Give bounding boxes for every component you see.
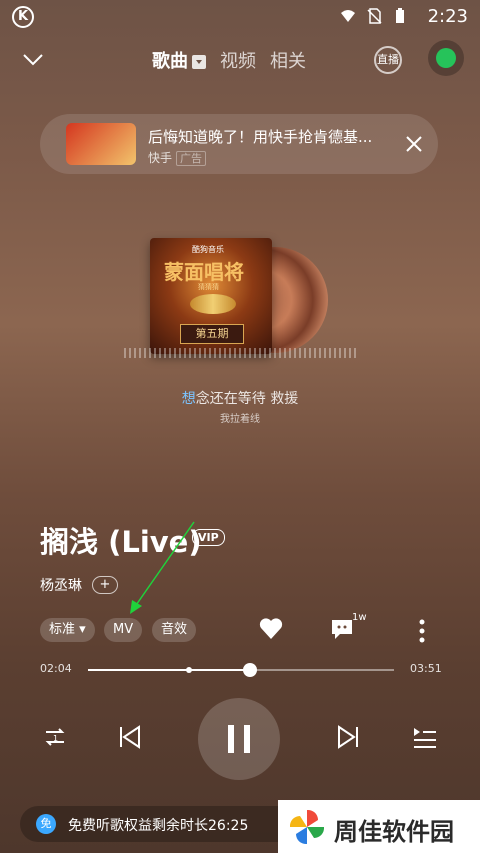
ad-title: 后悔知道晚了！用快手抢肯德基... — [148, 128, 373, 146]
next-icon[interactable] — [333, 722, 363, 752]
lyric-current-rest: 念还在等待 救援 — [195, 391, 299, 407]
watermark: 周佳软件园 — [278, 800, 480, 853]
free-listening-text: 免费听歌权益剩余时长26:25 — [68, 818, 249, 834]
no-sim-icon — [366, 8, 382, 24]
album-cover[interactable]: 酷狗音乐 蒙面唱将 猜猜猜 第五期 — [150, 238, 272, 354]
previous-icon[interactable] — [115, 722, 145, 752]
tab-songs-label: 歌曲 — [152, 51, 188, 72]
tab-videos[interactable]: 视频 — [220, 47, 256, 73]
free-badge: 免 — [36, 814, 56, 834]
battery-icon — [392, 8, 408, 24]
chat-button[interactable] — [428, 40, 464, 76]
audio-visualizer — [124, 348, 359, 358]
annotation-arrow — [120, 518, 200, 618]
lyric-highlight: 想 — [181, 391, 196, 407]
wifi-icon — [340, 8, 356, 24]
heart-icon[interactable] — [258, 616, 284, 642]
ad-source-name: 快手 — [148, 151, 173, 165]
ad-tag: 广告 — [176, 151, 207, 166]
artist-name[interactable]: 杨丞琳 — [40, 575, 82, 595]
cover-subtitle: 猜猜猜 — [198, 283, 219, 291]
pause-button[interactable] — [198, 698, 280, 780]
progress-thumb[interactable] — [243, 663, 258, 677]
chevron-down-icon: ▾ — [79, 622, 86, 637]
tab-songs[interactable]: 歌曲 — [152, 47, 206, 73]
quality-label: 标准 — [49, 622, 76, 637]
kugou-status-icon: K — [12, 6, 34, 28]
cover-title: 蒙面唱将 — [164, 260, 244, 284]
mv-button[interactable]: MV — [104, 618, 143, 642]
status-icons — [340, 8, 408, 24]
dropdown-icon[interactable] — [192, 55, 206, 69]
ad-thumbnail — [66, 123, 136, 165]
playlist-icon[interactable] — [410, 722, 440, 752]
ad-source: 快手 广告 — [148, 149, 207, 166]
status-time: 2:23 — [427, 6, 468, 27]
ad-banner[interactable]: 后悔知道晚了！用快手抢肯德基... 快手 广告 — [40, 114, 438, 174]
live-button[interactable]: 直播 — [374, 46, 402, 74]
progress-bar[interactable] — [88, 663, 394, 677]
header-tabs: 歌曲 视频 相关 — [152, 47, 306, 73]
follow-artist-button[interactable]: + — [92, 576, 118, 594]
lyric-current[interactable]: 想念还在等待 救援 — [0, 388, 480, 408]
more-icon[interactable] — [418, 618, 426, 644]
close-icon[interactable] — [404, 134, 424, 154]
watermark-text: 周佳软件园 — [334, 818, 454, 846]
status-bar: K 2:23 — [0, 0, 480, 34]
sound-effect-button[interactable]: 音效 — [152, 618, 197, 642]
comment-count: 1w — [352, 612, 367, 623]
cover-episode: 第五期 — [180, 324, 244, 344]
tab-related[interactable]: 相关 — [270, 47, 306, 73]
lyric-next[interactable]: 我拉着线 — [0, 410, 480, 425]
cover-brand: 酷狗音乐 — [192, 245, 224, 254]
progress-fill — [88, 669, 251, 671]
pinwheel-logo-icon — [288, 808, 326, 846]
time-total: 03:51 — [410, 662, 442, 675]
collapse-chevron-icon[interactable] — [22, 48, 44, 70]
pause-icon — [228, 725, 250, 753]
time-current: 02:04 — [40, 662, 72, 675]
mask-graphic — [190, 294, 236, 314]
chat-icon — [436, 48, 456, 68]
quality-select[interactable]: 标准 ▾ — [40, 618, 95, 642]
repeat-icon[interactable]: 1 — [40, 722, 70, 752]
svg-text:1: 1 — [53, 734, 58, 743]
progress-marker — [185, 667, 192, 673]
